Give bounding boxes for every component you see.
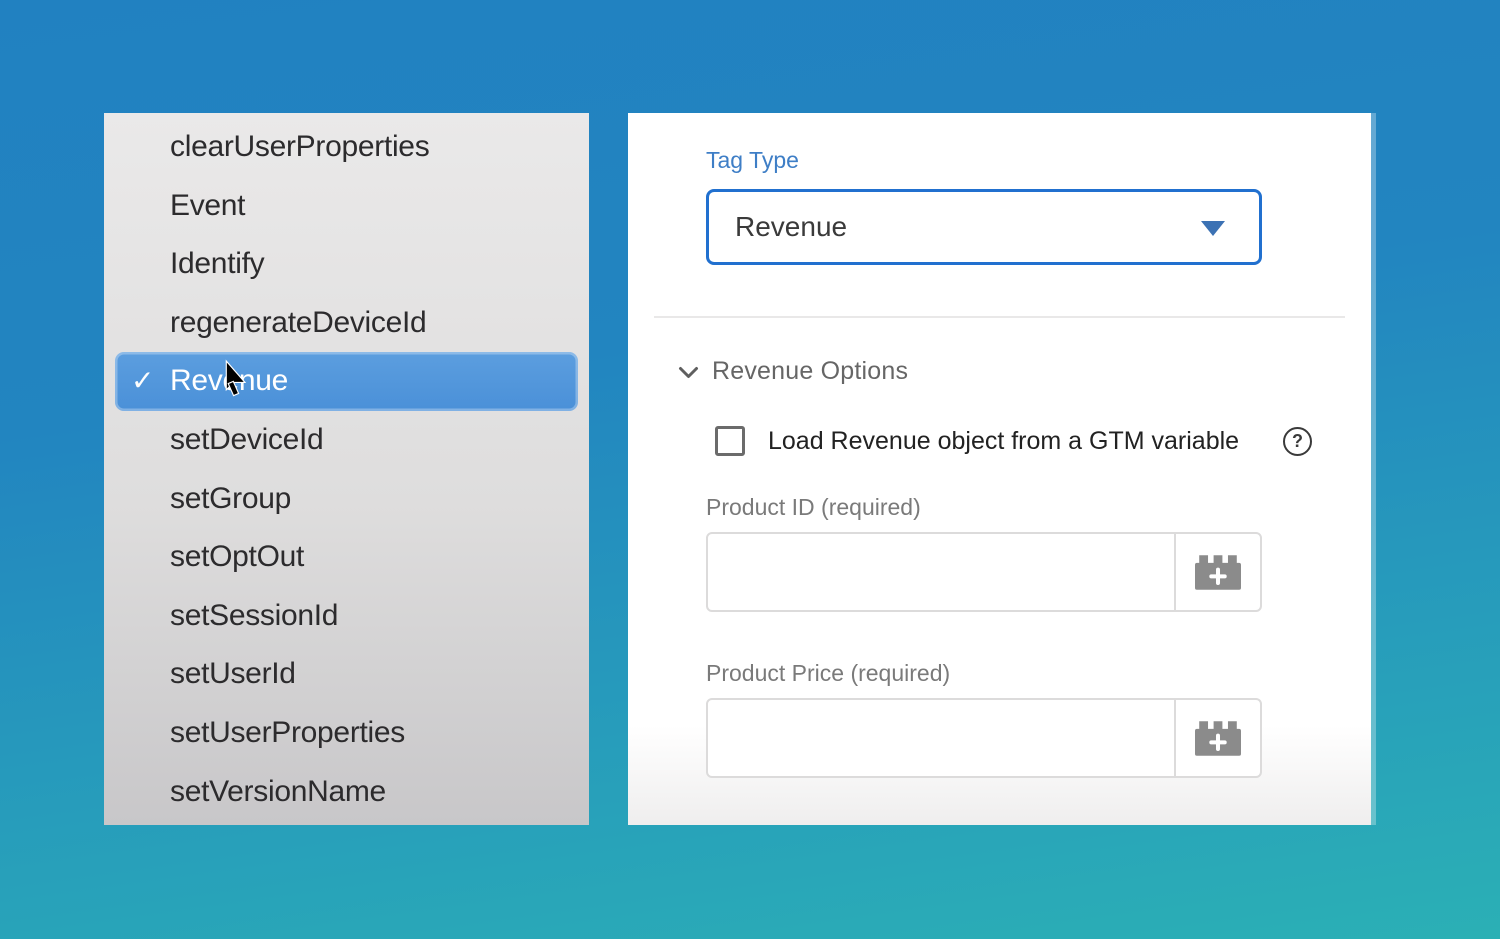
menu-item-setgroup[interactable]: setGroup bbox=[104, 470, 589, 529]
menu-item-setuserproperties[interactable]: setUserProperties bbox=[104, 704, 589, 763]
help-icon[interactable]: ? bbox=[1283, 427, 1312, 456]
load-revenue-checkbox-label: Load Revenue object from a GTM variable bbox=[768, 427, 1239, 456]
tag-configuration-panel: Tag Type Revenue Revenue Options Load Re… bbox=[628, 113, 1371, 825]
product-id-label: Product ID (required) bbox=[706, 494, 921, 521]
menu-item-setversionname[interactable]: setVersionName bbox=[104, 763, 589, 822]
product-price-variable-picker-button[interactable] bbox=[1174, 700, 1260, 776]
menu-item-setoptout[interactable]: setOptOut bbox=[104, 528, 589, 587]
tag-type-dropdown[interactable]: Revenue bbox=[706, 189, 1262, 265]
product-id-input[interactable] bbox=[708, 534, 1174, 610]
desktop-background: clearUserProperties Event Identify regen… bbox=[0, 0, 1500, 939]
product-price-field bbox=[706, 698, 1262, 778]
tag-type-label: Tag Type bbox=[706, 147, 799, 174]
product-id-variable-picker-button[interactable] bbox=[1174, 534, 1260, 610]
chevron-down-icon[interactable] bbox=[678, 366, 699, 380]
tag-type-options-menu: clearUserProperties Event Identify regen… bbox=[104, 113, 589, 825]
product-price-input[interactable] bbox=[708, 700, 1174, 776]
brick-plus-icon bbox=[1195, 720, 1241, 757]
menu-item-label: Revenue bbox=[170, 364, 288, 397]
menu-list: clearUserProperties Event Identify regen… bbox=[104, 113, 589, 821]
product-id-field bbox=[706, 532, 1262, 612]
section-title: Revenue Options bbox=[712, 357, 908, 386]
product-price-label: Product Price (required) bbox=[706, 660, 950, 687]
section-divider bbox=[654, 316, 1345, 318]
menu-item-event[interactable]: Event bbox=[104, 177, 589, 236]
checkmark-icon: ✓ bbox=[131, 352, 154, 411]
tag-type-selected-value: Revenue bbox=[735, 211, 847, 243]
menu-item-setdeviceid[interactable]: setDeviceId bbox=[104, 411, 589, 470]
menu-item-clearuserproperties[interactable]: clearUserProperties bbox=[104, 118, 589, 177]
load-revenue-checkbox[interactable] bbox=[715, 426, 745, 456]
load-revenue-row: Load Revenue object from a GTM variable … bbox=[628, 426, 1371, 458]
revenue-options-header: Revenue Options bbox=[678, 357, 908, 386]
menu-item-setuserid[interactable]: setUserId bbox=[104, 645, 589, 704]
brick-plus-icon bbox=[1195, 554, 1241, 591]
dropdown-caret-icon bbox=[1201, 221, 1225, 236]
menu-item-regeneratedeviceid[interactable]: regenerateDeviceId bbox=[104, 294, 589, 353]
menu-item-setsessionid[interactable]: setSessionId bbox=[104, 587, 589, 646]
menu-item-revenue-selected[interactable]: ✓ Revenue bbox=[115, 352, 578, 411]
menu-item-identify[interactable]: Identify bbox=[104, 235, 589, 294]
scrollbar-track[interactable] bbox=[1371, 113, 1376, 825]
